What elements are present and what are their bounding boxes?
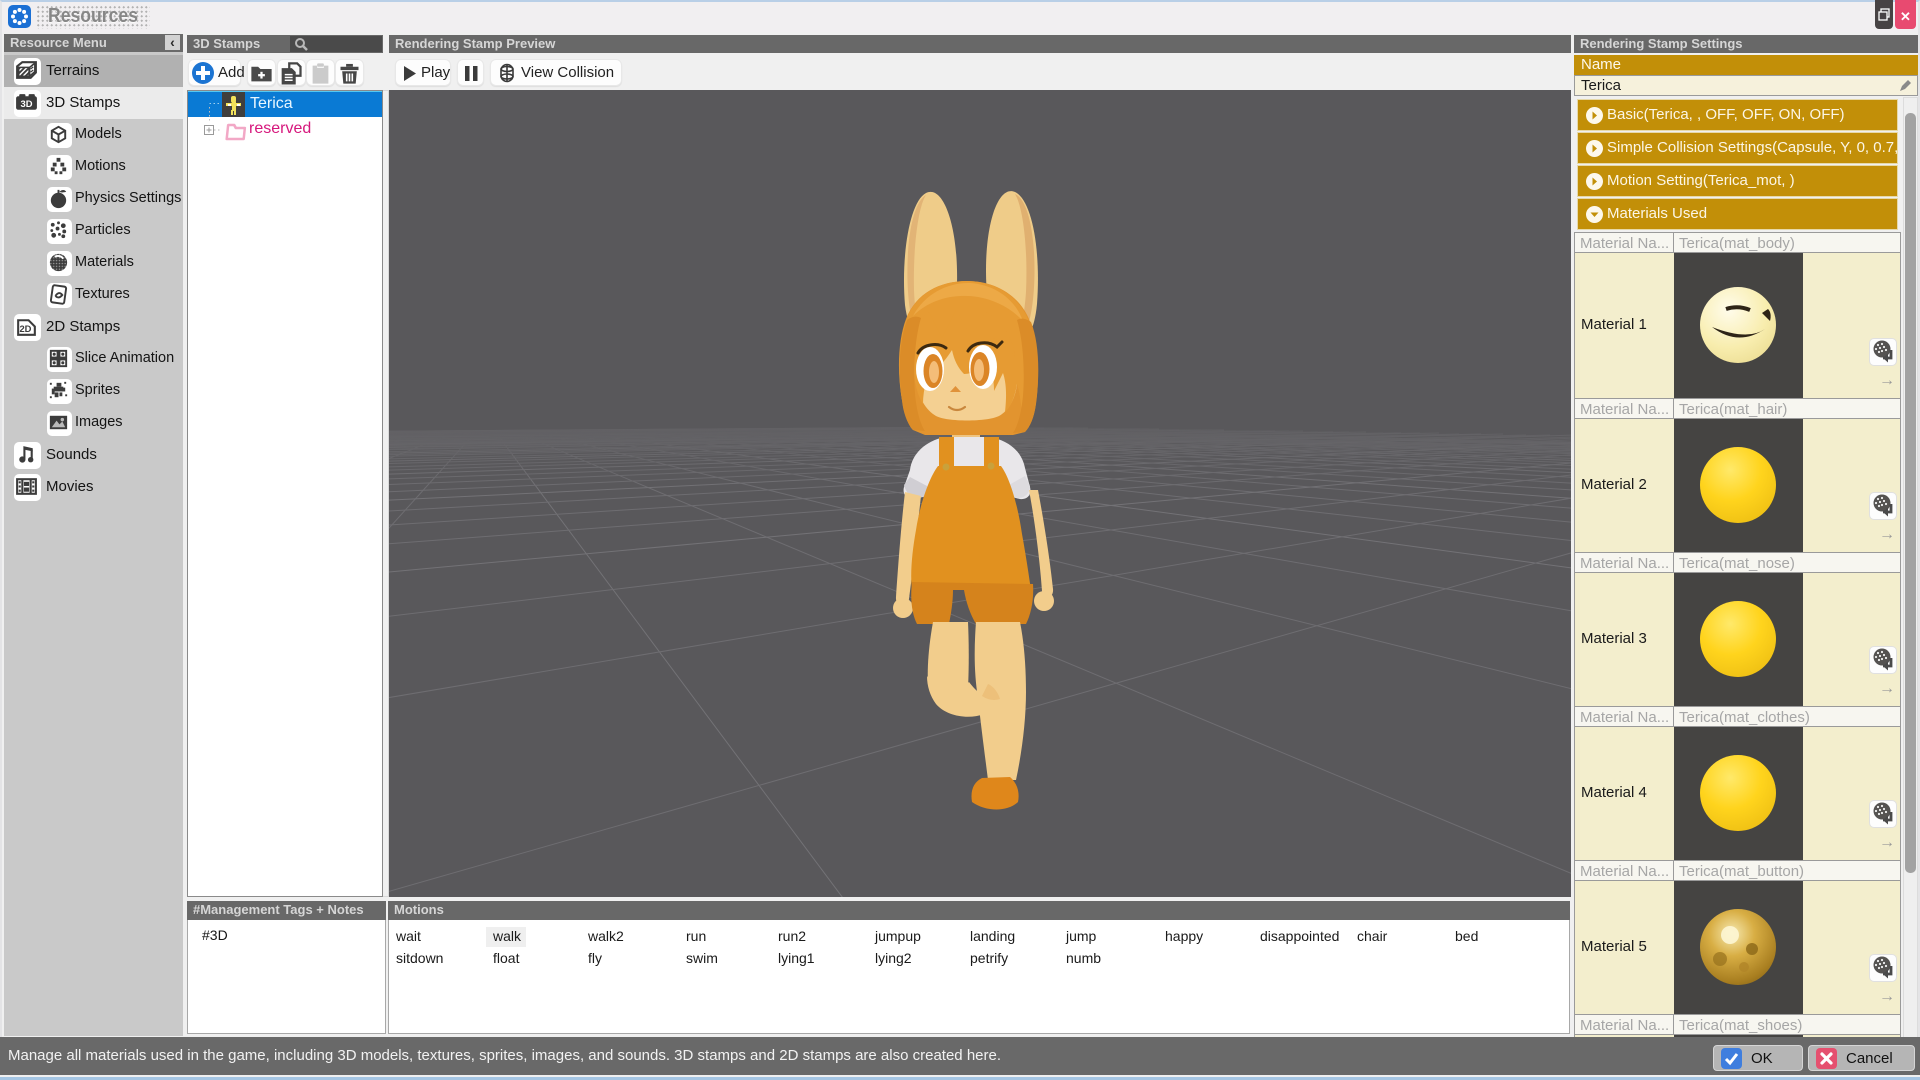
svg-text:3D: 3D (21, 99, 33, 109)
svg-text:2D: 2D (19, 324, 31, 334)
